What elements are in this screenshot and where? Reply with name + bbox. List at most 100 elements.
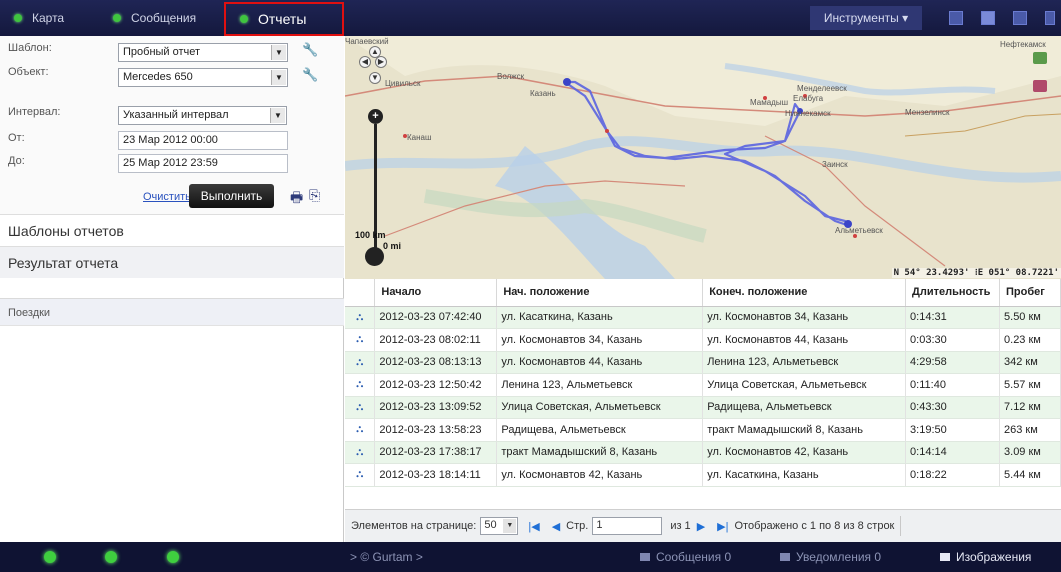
- table-cell: 5.57 км: [999, 373, 1061, 397]
- report-result-section[interactable]: Результат отчета: [0, 246, 344, 278]
- table-cell: 5.44 км: [999, 463, 1061, 487]
- tab-messages-label: Сообщения: [131, 11, 197, 25]
- execute-button[interactable]: Выполнить: [189, 184, 274, 208]
- map-layer-icon[interactable]: [1033, 52, 1047, 64]
- chevron-down-icon: ▼: [271, 45, 286, 60]
- layout-split-horizontal-icon[interactable]: [1013, 11, 1027, 25]
- table-row[interactable]: ⛬ 2012-03-23 13:09:52 Улица Советская, Аль…: [345, 396, 1061, 419]
- template-select[interactable]: Пробный отчет ▼: [118, 43, 288, 62]
- map-view[interactable]: Чапаевский Цивильск Волжск Казань Мендел…: [345, 36, 1061, 279]
- trips-table: Начало Нач. положение Конеч. положение Д…: [345, 279, 1061, 487]
- binoculars-icon[interactable]: ⛬: [345, 351, 376, 374]
- binoculars-icon[interactable]: ⛬: [345, 396, 376, 419]
- zoom-in-icon[interactable]: +: [368, 109, 383, 124]
- table-cell: 0:11:40: [905, 373, 1001, 397]
- binoculars-icon[interactable]: ⛬: [345, 418, 376, 442]
- tools-menu-button[interactable]: Инструменты ▾: [810, 6, 922, 30]
- printer-icon[interactable]: 🖶: [290, 187, 303, 211]
- object-label: Объект:: [8, 66, 49, 78]
- table-cell: 5.50 км: [999, 306, 1061, 329]
- table-row[interactable]: ⛬ 2012-03-23 07:42:40 ул. Касаткина, Казан…: [345, 306, 1061, 329]
- map-label-city: Мензелинск: [905, 108, 950, 117]
- pan-right-icon[interactable]: ▶: [375, 56, 387, 68]
- per-page-select[interactable]: 50 ▼: [480, 517, 519, 535]
- table-cell: 3:19:50: [905, 418, 1001, 442]
- map-type-icon[interactable]: [1033, 80, 1047, 92]
- table-cell: 342 км: [999, 351, 1061, 374]
- first-page-icon[interactable]: |◀: [528, 520, 539, 533]
- binoculars-icon[interactable]: ⛬: [345, 328, 376, 352]
- table-cell: Радищева, Альметьевск: [702, 396, 907, 419]
- notification-icon: [780, 553, 790, 561]
- notifications-counter[interactable]: Уведомления 0: [780, 550, 881, 564]
- wrench-icon[interactable]: 🔧: [302, 42, 318, 58]
- table-cell: 2012-03-23 13:58:23: [374, 418, 498, 442]
- last-page-icon[interactable]: ▶|: [717, 520, 728, 533]
- table-header[interactable]: Начало: [374, 279, 498, 307]
- pan-left-icon[interactable]: ◀: [359, 56, 371, 68]
- wrench-icon[interactable]: 🔧: [302, 67, 318, 83]
- export-icon[interactable]: ⎘: [309, 187, 320, 204]
- left-panel: Шаблон: Пробный отчет ▼ 🔧 Объект: Merced…: [0, 36, 344, 542]
- bottom-bar: > © Gurtam > Сообщения 0 Уведомления 0 И…: [0, 542, 1061, 572]
- table-header[interactable]: Пробег: [999, 279, 1061, 307]
- from-date-input[interactable]: 23 Мар 2012 00:00: [118, 131, 288, 150]
- pager-divider: [900, 516, 902, 536]
- table-row[interactable]: ⛬ 2012-03-23 13:58:23 Радищева, Альметьевс…: [345, 418, 1061, 442]
- map-coordinates: N 54° 23.4293' ⁝E 051° 08.7221': [891, 268, 1061, 278]
- tab-map[interactable]: Карта: [14, 0, 64, 36]
- table-cell: 2012-03-23 18:14:11: [374, 463, 498, 487]
- table-header[interactable]: Нач. положение: [496, 279, 704, 307]
- sound-status-icon[interactable]: [167, 551, 179, 563]
- gurtam-link[interactable]: > © Gurtam >: [350, 550, 423, 564]
- table-cell: ул. Космонавтов 34, Казань: [496, 328, 704, 352]
- page-number-input[interactable]: 1: [592, 517, 663, 535]
- binoculars-icon[interactable]: ⛬: [345, 441, 376, 464]
- table-cell: ул. Космонавтов 34, Казань: [702, 306, 907, 329]
- layout-grid-icon[interactable]: [1045, 11, 1055, 25]
- binoculars-icon[interactable]: ⛬: [345, 306, 376, 329]
- table-header[interactable]: Длительность: [905, 279, 1001, 307]
- to-date-input[interactable]: 25 Мар 2012 23:59: [118, 154, 288, 173]
- binoculars-icon[interactable]: ⛬: [345, 463, 376, 487]
- messages-counter[interactable]: Сообщения 0: [640, 550, 731, 564]
- tab-messages[interactable]: Сообщения: [113, 0, 196, 36]
- layout-single-icon[interactable]: [949, 11, 963, 25]
- table-row[interactable]: ⛬ 2012-03-23 18:14:11 ул. Космонавтов 42, …: [345, 463, 1061, 487]
- table-cell: 4:29:58: [905, 351, 1001, 374]
- table-pager: Элементов на странице: 50 ▼ |◀ ◀ Стр. 1 …: [345, 509, 1061, 542]
- table-row[interactable]: ⛬ 2012-03-23 17:38:17 тракт Мамадышский 8,…: [345, 441, 1061, 464]
- images-button[interactable]: Изображения: [940, 550, 1031, 564]
- table-cell: 3.09 км: [999, 441, 1061, 464]
- table-cell: ул. Космонавтов 44, Казань: [496, 351, 704, 374]
- report-templates-section[interactable]: Шаблоны отчетов: [0, 214, 344, 246]
- template-select-value: Пробный отчет: [123, 46, 201, 58]
- clear-link[interactable]: Очистить: [143, 191, 191, 203]
- next-page-icon[interactable]: ▶: [697, 520, 705, 533]
- interval-select[interactable]: Указанный интервал ▼: [118, 106, 287, 125]
- table-row[interactable]: ⛬ 2012-03-23 12:50:42 Ленина 123, Альметье…: [345, 373, 1061, 397]
- table-cell: 2012-03-23 07:42:40: [374, 306, 498, 329]
- layout-split-vertical-icon[interactable]: [981, 11, 995, 25]
- object-select[interactable]: Mercedes 650 ▼: [118, 68, 288, 87]
- tab-reports[interactable]: Отчеты: [224, 2, 344, 36]
- map-label-city: Казань: [530, 89, 556, 98]
- connection-status-icon[interactable]: [44, 551, 56, 563]
- images-button-label: Изображения: [956, 550, 1032, 564]
- table-row[interactable]: ⛬ 2012-03-23 08:02:11 ул. Космонавтов 34, …: [345, 328, 1061, 352]
- from-label: От:: [8, 132, 25, 144]
- table-cell: 0:14:14: [905, 441, 1001, 464]
- prev-page-icon[interactable]: ◀: [552, 520, 560, 533]
- server-status-icon[interactable]: [105, 551, 117, 563]
- table-cell: 0:03:30: [905, 328, 1001, 352]
- table-header[interactable]: Конеч. положение: [702, 279, 907, 307]
- binoculars-icon[interactable]: ⛬: [345, 373, 376, 397]
- map-label-city: Цивильск: [385, 79, 421, 88]
- top-bar: Карта Сообщения Отчеты Инструменты ▾: [0, 0, 1061, 36]
- table-cell: ул. Касаткина, Казань: [702, 463, 907, 487]
- table-row[interactable]: ⛬ 2012-03-23 08:13:13 ул. Космонавтов 44, …: [345, 351, 1061, 374]
- table-cell: 2012-03-23 17:38:17: [374, 441, 498, 464]
- trips-list-item[interactable]: Поездки: [0, 298, 344, 326]
- table-cell: ул. Касаткина, Казань: [496, 306, 704, 329]
- pan-down-icon[interactable]: ▼: [369, 72, 381, 84]
